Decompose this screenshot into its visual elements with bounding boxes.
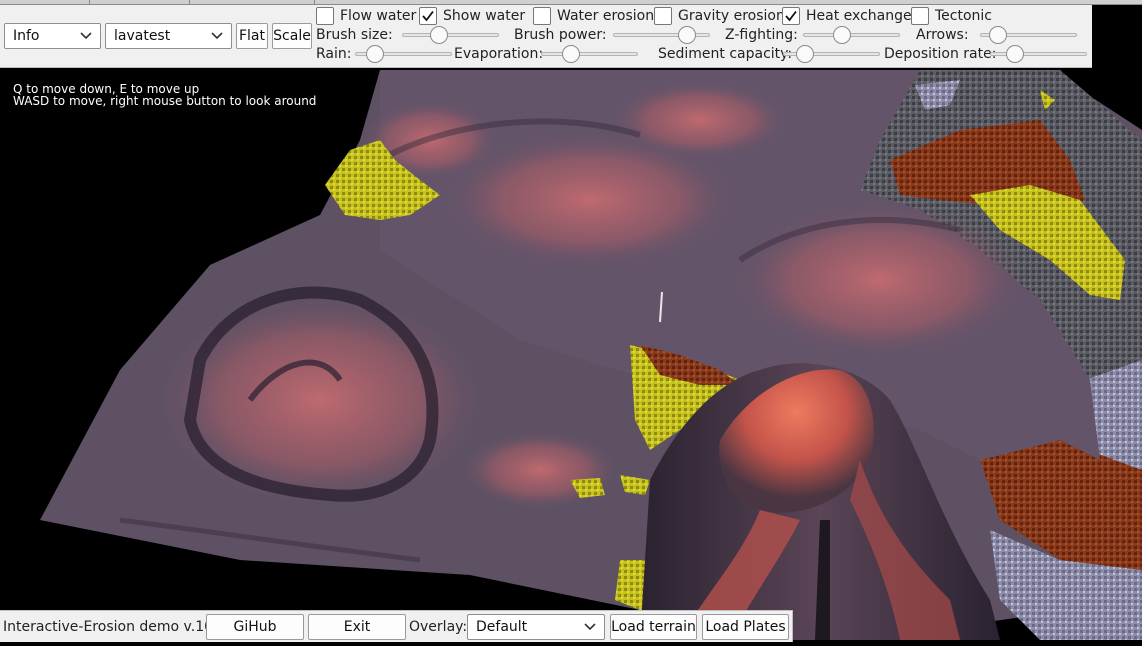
evaporation-label: Evaporation:: [454, 46, 544, 62]
checkmark-icon: [785, 10, 797, 22]
load-terrain-button[interactable]: Load terrain: [610, 614, 697, 640]
checkbox-label: Heat exchange: [806, 8, 912, 24]
deposition-rate-slider[interactable]: [990, 45, 1087, 63]
checkbox-box[interactable]: [533, 7, 551, 25]
checkbox-box[interactable]: [316, 7, 334, 25]
arrows-slider[interactable]: [980, 26, 1077, 44]
map-select[interactable]: lavatest: [105, 23, 232, 49]
z-fighting-slider[interactable]: [803, 26, 900, 44]
overlay-label: Overlay:: [409, 619, 468, 635]
exit-button[interactable]: Exit: [308, 614, 406, 640]
checkbox-label: Flow water: [340, 8, 417, 24]
map-select-value: lavatest: [114, 28, 171, 44]
arrows-label: Arrows:: [916, 27, 969, 43]
checkbox-label: Gravity erosion: [678, 8, 785, 24]
chevron-down-icon: [584, 621, 596, 633]
heat-exchange-checkbox[interactable]: Heat exchange: [782, 6, 912, 26]
slider-thumb[interactable]: [833, 26, 851, 44]
slider-track: [803, 33, 900, 37]
checkbox-label: Tectonic: [935, 8, 992, 24]
flat-button[interactable]: Flat: [236, 23, 268, 49]
checkbox-box[interactable]: [654, 7, 672, 25]
scale-button[interactable]: Scale: [272, 23, 312, 49]
tectonic-checkbox[interactable]: Tectonic: [911, 6, 992, 26]
slider-thumb[interactable]: [796, 45, 814, 63]
z-fighting-label: Z-fighting:: [725, 27, 798, 43]
checkmark-icon: [422, 10, 434, 22]
brush-size-slider[interactable]: [402, 26, 499, 44]
bottom-bar: Interactive-Erosion demo v.10 GiHub Exit…: [0, 610, 793, 642]
checkbox-box[interactable]: [911, 7, 929, 25]
help-text-move-look: WASD to move, right mouse button to look…: [13, 94, 317, 108]
checkbox-label: Show water: [443, 8, 526, 24]
slider-thumb[interactable]: [1006, 45, 1024, 63]
gravity-erosion-checkbox[interactable]: Gravity erosion: [654, 6, 785, 26]
water-erosion-checkbox[interactable]: Water erosion: [533, 6, 654, 26]
control-panel: Info lavatest Flat Scale Flow water Show…: [0, 5, 1092, 68]
rain-label: Rain:: [316, 46, 352, 62]
overlay-select[interactable]: Default: [467, 614, 605, 640]
evaporation-slider[interactable]: [541, 45, 638, 63]
rain-slider[interactable]: [355, 45, 452, 63]
slider-thumb[interactable]: [366, 45, 384, 63]
brush-power-slider[interactable]: [613, 26, 710, 44]
chevron-down-icon: [80, 30, 92, 42]
slider-thumb[interactable]: [989, 26, 1007, 44]
slider-thumb[interactable]: [678, 26, 696, 44]
checkbox-box[interactable]: [419, 7, 437, 25]
load-plates-button[interactable]: Load Plates: [702, 614, 789, 640]
slider-track: [990, 52, 1087, 56]
slider-track: [541, 52, 638, 56]
brush-size-label: Brush size:: [316, 27, 393, 43]
checkbox-box[interactable]: [782, 7, 800, 25]
sediment-capacity-slider[interactable]: [783, 45, 880, 63]
flow-water-checkbox[interactable]: Flow water: [316, 6, 416, 26]
show-water-checkbox[interactable]: Show water: [419, 6, 525, 26]
chevron-down-icon: [211, 30, 223, 42]
slider-thumb[interactable]: [562, 45, 580, 63]
deposition-rate-label: Deposition rate:: [884, 46, 997, 62]
checkbox-label: Water erosion: [557, 8, 655, 24]
github-button[interactable]: GiHub: [206, 614, 304, 640]
overlay-select-value: Default: [476, 619, 528, 635]
slider-track: [402, 33, 499, 37]
app-version-label: Interactive-Erosion demo v.10: [3, 619, 214, 635]
sediment-capacity-label: Sediment capacity:: [658, 46, 793, 62]
brush-power-label: Brush power:: [514, 27, 607, 43]
mode-select[interactable]: Info: [4, 23, 101, 49]
slider-thumb[interactable]: [430, 26, 448, 44]
mode-select-value: Info: [13, 28, 40, 44]
